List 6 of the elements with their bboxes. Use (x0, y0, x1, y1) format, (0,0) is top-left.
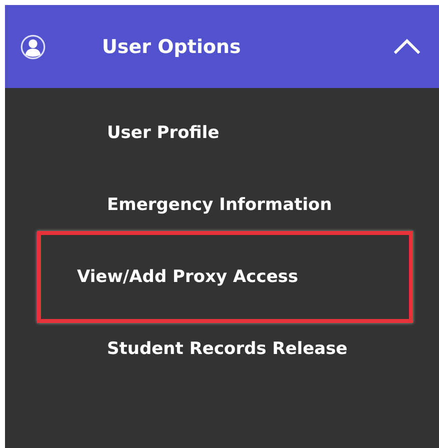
user-icon (20, 34, 46, 60)
menu-item[interactable]: View/Add Proxy Access (37, 231, 413, 323)
menu-header[interactable]: User Options (5, 5, 439, 88)
menu-title: User Options (102, 36, 242, 58)
chevron-icon[interactable] (393, 38, 421, 55)
menu-item[interactable]: User Profile (37, 97, 413, 169)
